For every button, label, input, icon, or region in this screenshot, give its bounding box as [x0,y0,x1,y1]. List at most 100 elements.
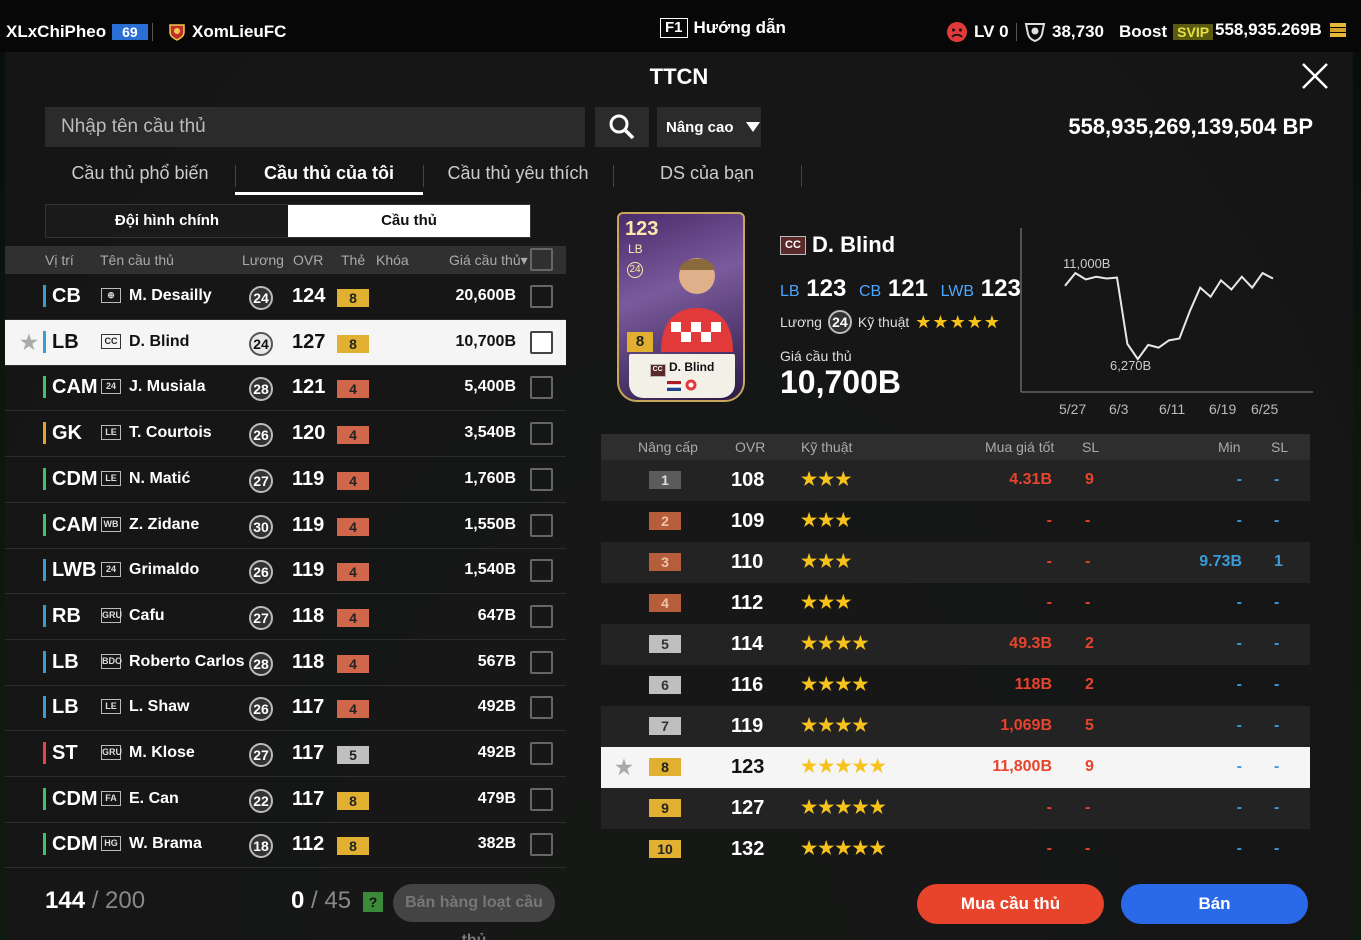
skill-label: Kỹ thuật [857,314,910,330]
player-row[interactable]: ST GRU M. Klose 27 117 5 492B [5,731,566,777]
price-value: 10,700B [780,364,901,400]
player-row[interactable]: CDM FA E. Can 22 117 8 479B [5,777,566,823]
upgrade-ovr: 123 [731,756,765,778]
boost-label: Boost [1119,22,1168,41]
player-row[interactable]: CDM LE N. Matić 27 119 4 1,760B [5,457,566,503]
wage-badge: 24 [249,286,273,310]
upgrade-ovr: 127 [731,797,765,819]
price-label: Giá cầu thủ [780,348,852,364]
detail-name-text: D. Blind [812,232,896,257]
lv-status[interactable]: LV 0 [946,21,1009,43]
player-ovr: 119 [292,513,325,536]
col-lock[interactable]: Khóa [376,252,409,268]
advanced-filter-dropdown[interactable]: Nâng cao [657,107,761,147]
upgrade-row[interactable]: 5 114 ★★★★ 49.3B 2 - - [601,624,1310,665]
upgrade-row[interactable]: 9 127 ★★★★★ - - - - [601,788,1310,829]
upgrade-row[interactable]: 4 112 ★★★ - - - - [601,583,1310,624]
help-icon[interactable]: ? [363,892,383,912]
season-badge: FA [101,790,121,806]
buy-quantity: 9 [1085,471,1094,488]
wage-badge: 27 [249,743,273,767]
search-button[interactable] [595,107,649,147]
player-row[interactable]: LB LE L. Shaw 26 117 4 492B [5,685,566,732]
buy-player-button[interactable]: Mua cầu thủ [917,884,1104,924]
col-position[interactable]: Vị trí [45,252,74,268]
buy-quantity: 5 [1085,717,1094,734]
window-title: TTCN [649,64,709,89]
segment-players[interactable]: Cầu thủ [288,205,530,237]
chevron-down-icon [745,122,760,132]
upgrade-row[interactable]: 1 108 ★★★ 4.31B 9 - - [601,460,1310,501]
upgrade-ovr: 112 [731,592,764,614]
select-checkbox[interactable] [530,559,553,583]
player-row[interactable]: LWB 24 Grimaldo 26 119 4 1,540B [5,548,566,595]
player-row[interactable]: LB BDO Roberto Carlos 28 118 4 567B [5,640,566,686]
player-row[interactable]: RB GRU Cafu 27 118 4 647B [5,594,566,640]
position-label: CB [858,283,882,300]
upgrade-level-badge: 5 [337,746,369,764]
help-button[interactable]: F1 Hướng dẫn [660,18,786,38]
upgrade-row[interactable]: 6 116 ★★★★ 118B 2 - - [601,665,1310,706]
position-ratings: LB 123 CB 121 LWB 123 [780,275,1021,303]
player-name: Cafu [129,606,165,624]
player-row[interactable]: CAM WB Z. Zidane 30 119 4 1,550B [5,503,566,549]
tab-my-players[interactable]: Cầu thủ của tôi [235,157,423,195]
tab-your-list[interactable]: DS của bạn [613,157,801,195]
select-checkbox[interactable] [530,330,553,354]
bulk-sell-button[interactable]: Bán hàng loạt cầu thủ [393,884,555,940]
upgrade-row[interactable]: 10 132 ★★★★★ - - - - [601,829,1310,870]
player-count-value: 144 [45,887,86,914]
wage-skill-row: Lương 24 Kỹ thuật ★★★★★ [780,310,1001,334]
sell-button[interactable]: Bán [1121,884,1308,924]
select-checkbox[interactable] [530,742,553,765]
upgrade-ovr: 116 [731,674,764,696]
select-checkbox[interactable] [530,376,553,400]
upgrade-row[interactable]: 7 119 ★★★★ 1,069B 5 - - [601,706,1310,747]
select-all-checkbox[interactable] [530,248,553,271]
col-price-sort[interactable]: Giá cầu thủ▾ [449,252,528,269]
bp-balance-top: 558,935.269B [1215,20,1348,40]
best-buy-price: 4.31B [1009,471,1052,488]
player-ovr: 118 [292,604,325,627]
player-row[interactable]: CDM HG W. Brama 18 112 8 382B [5,822,566,869]
player-row[interactable]: CAM 24 J. Musiala 28 121 4 5,400B [5,365,566,412]
tab-favorite-players[interactable]: Cầu thủ yêu thích [423,157,613,195]
favorite-star-icon[interactable]: ★ [20,330,38,355]
col-card[interactable]: Thẻ [341,252,365,268]
col-ovr[interactable]: OVR [293,252,323,268]
select-checkbox[interactable] [530,422,553,446]
player-row[interactable]: GK LE T. Courtois 26 120 4 3,540B [5,411,566,458]
select-checkbox[interactable] [530,833,553,857]
select-checkbox[interactable] [530,696,553,720]
upgrade-level-badge: 4 [337,563,369,582]
help-label: Hướng dẫn [693,18,786,37]
select-checkbox[interactable] [530,604,553,628]
col-wage[interactable]: Lương [242,252,284,268]
player-search-input[interactable]: Nhập tên cầu thủ [45,107,585,147]
select-checkbox[interactable] [530,787,553,811]
upgrade-row[interactable]: 3 110 ★★★ - - 9.73B 1 [601,542,1310,583]
boost-status[interactable]: Boost SVIP [1119,22,1214,42]
balance-value: 558,935.269B [1215,20,1322,39]
tab-popular-players[interactable]: Cầu thủ phổ biến [45,157,235,195]
select-checkbox[interactable] [530,285,553,308]
segment-main-squad[interactable]: Đội hình chính [46,205,288,237]
upgrade-row[interactable]: 2 109 ★★★ - - - - [601,501,1310,542]
player-row[interactable]: CB ⊕ M. Desailly 24 124 8 20,600B [5,274,566,320]
club-info[interactable]: XomLieuFC [168,22,286,42]
select-checkbox[interactable] [530,467,553,491]
col-player-name[interactable]: Tên cầu thủ [100,252,174,268]
upgrade-ovr: 132 [731,838,765,860]
close-icon[interactable] [1299,60,1331,92]
select-checkbox[interactable] [530,650,553,674]
min-quantity: - [1274,594,1280,611]
upgrade-skill-stars: ★★★★★ [801,838,887,858]
season-badge: 24 [101,379,121,395]
player-row[interactable]: ★ LB CC D. Blind 24 127 8 10,700B [5,319,566,366]
player-price: 479B [477,789,516,807]
select-checkbox[interactable] [530,513,553,537]
upgrade-skill-stars: ★★★★★ [801,756,887,776]
f1-key-icon: F1 [660,18,688,38]
upgrade-row[interactable]: ★ 8 123 ★★★★★ 11,800B 9 - - [601,747,1310,788]
player-price: 10,700B [455,332,517,350]
